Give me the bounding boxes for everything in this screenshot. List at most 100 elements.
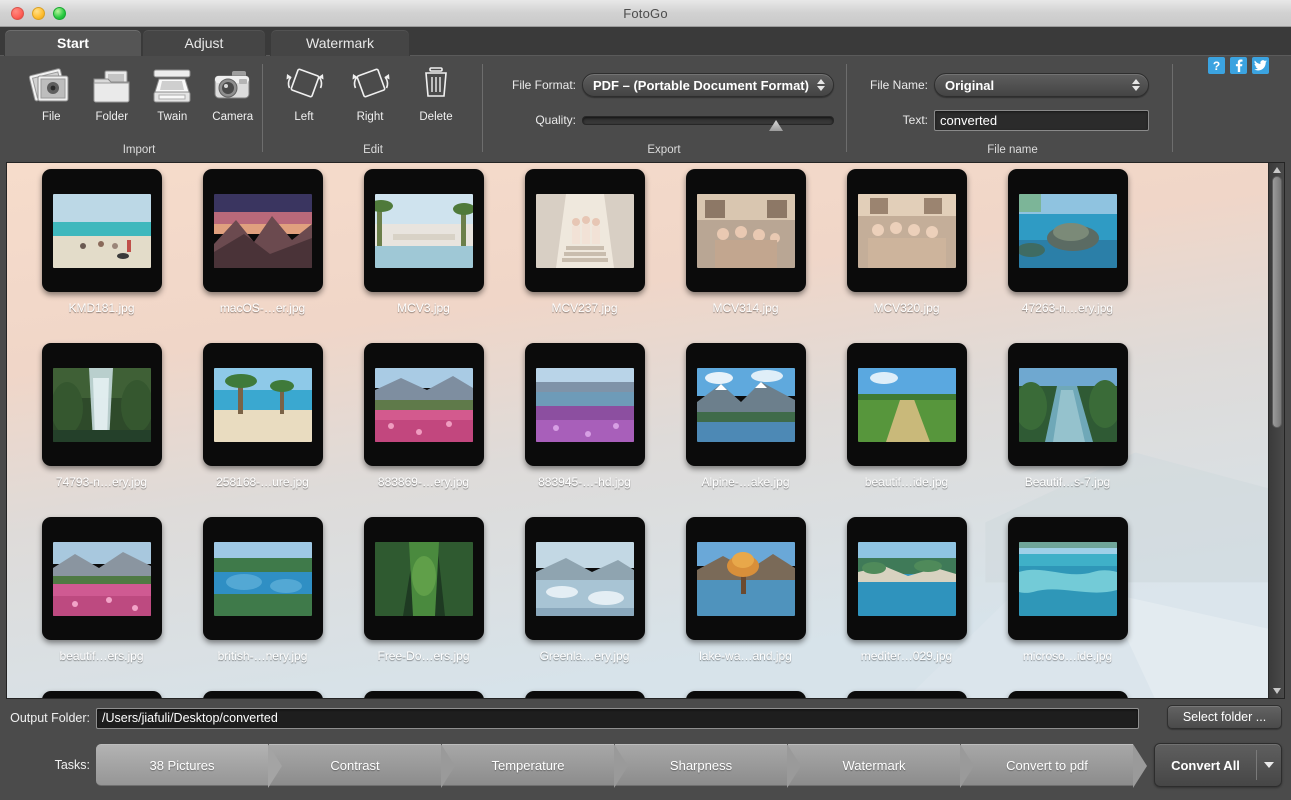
thumbnail-item[interactable]: 74793-n…ery.jpg: [21, 343, 182, 517]
output-folder-input[interactable]: /Users/jiafuli/Desktop/converted: [96, 707, 1139, 729]
tab-start[interactable]: Start: [4, 29, 142, 56]
file-format-select[interactable]: PDF – (Portable Document Format): [582, 73, 834, 97]
tab-watermark[interactable]: Watermark: [270, 29, 410, 56]
thumbnail-card[interactable]: [363, 517, 484, 640]
thumbnail-card[interactable]: [1007, 691, 1128, 698]
thumbnail-card[interactable]: [524, 691, 645, 698]
thumbnail-card[interactable]: [685, 517, 806, 640]
task-step[interactable]: Contrast: [269, 744, 455, 788]
thumbnail-card[interactable]: [1007, 517, 1128, 640]
thumbnail-item[interactable]: MCV3.jpg: [343, 169, 504, 343]
thumbnail-item[interactable]: [665, 691, 826, 698]
thumbnail-card[interactable]: [1007, 343, 1128, 466]
camera-icon: [210, 62, 256, 110]
thumbnail-card[interactable]: [524, 343, 645, 466]
task-step[interactable]: Convert to pdf: [961, 744, 1147, 788]
thumbnail-card[interactable]: [846, 343, 967, 466]
thumbnail-item[interactable]: [987, 691, 1148, 698]
thumbnail-item[interactable]: 883869-…ery.jpg: [343, 343, 504, 517]
thumbnail-item[interactable]: 258168-…ure.jpg: [182, 343, 343, 517]
thumbnail-item[interactable]: [343, 691, 504, 698]
minimize-window-button[interactable]: [32, 7, 45, 20]
thumbnail-item[interactable]: lake-wa…and.jpg: [665, 517, 826, 691]
thumbnail-item[interactable]: [826, 691, 987, 698]
thumbnail-item[interactable]: Alpine-…ake.jpg: [665, 343, 826, 517]
thumbnail-image: [696, 541, 795, 616]
thumbnail-item[interactable]: microso…ide.jpg: [987, 517, 1148, 691]
thumbnail-caption: MCV3.jpg: [397, 301, 450, 315]
thumbnail-image: [535, 193, 634, 268]
thumbnail-card[interactable]: [41, 517, 162, 640]
thumbnail-card[interactable]: [685, 691, 806, 698]
scroll-up-icon[interactable]: [1273, 167, 1281, 173]
thumbnail-card[interactable]: [685, 169, 806, 292]
thumbnail-item[interactable]: KMD181.jpg: [21, 169, 182, 343]
thumbnail-card[interactable]: [1007, 169, 1128, 292]
thumbnail-item[interactable]: beautif…ers.jpg: [21, 517, 182, 691]
thumbnail-card[interactable]: [202, 169, 323, 292]
thumbnail-item[interactable]: [182, 691, 343, 698]
tasks-breadcrumb: 38 Pictures Contrast Temperature Sharpness W…: [96, 744, 1147, 788]
text-input[interactable]: converted: [934, 109, 1149, 131]
thumbnail-card[interactable]: [846, 691, 967, 698]
thumbnail-card[interactable]: [363, 343, 484, 466]
thumbnail-item[interactable]: Beautif…s-7.jpg: [987, 343, 1148, 517]
task-step[interactable]: Temperature: [442, 744, 628, 788]
zoom-window-button[interactable]: [53, 7, 66, 20]
tab-adjust[interactable]: Adjust: [142, 29, 266, 56]
import-folder-button[interactable]: Folder: [89, 56, 136, 123]
rotate-right-button[interactable]: Right: [342, 56, 398, 123]
thumbnail-item[interactable]: macOS-…er.jpg: [182, 169, 343, 343]
thumbnail-item[interactable]: [21, 691, 182, 698]
delete-label: Delete: [419, 111, 453, 123]
thumbnail-item[interactable]: MCV237.jpg: [504, 169, 665, 343]
thumbnail-card[interactable]: [41, 691, 162, 698]
task-step[interactable]: 38 Pictures: [96, 744, 282, 788]
thumbnail-item[interactable]: mediter…029.jpg: [826, 517, 987, 691]
thumbnail-caption: MCV314.jpg: [712, 301, 779, 315]
thumbnail-card[interactable]: [524, 169, 645, 292]
thumbnail-card[interactable]: [846, 169, 967, 292]
thumbnail-card[interactable]: [202, 691, 323, 698]
thumbnail-item[interactable]: beautif…ide.jpg: [826, 343, 987, 517]
thumbnail-card[interactable]: [41, 343, 162, 466]
close-window-button[interactable]: [11, 7, 24, 20]
task-step[interactable]: Sharpness: [615, 744, 801, 788]
file-name-select[interactable]: Original: [934, 73, 1149, 97]
thumbnail-item[interactable]: Greenla…ery.jpg: [504, 517, 665, 691]
thumbnail-caption: 883945-…-hd.jpg: [538, 475, 631, 489]
thumbnail-card[interactable]: [685, 343, 806, 466]
file-format-value: PDF – (Portable Document Format): [593, 77, 809, 93]
thumbnail-caption: macOS-…er.jpg: [219, 301, 306, 315]
thumbnail-item[interactable]: 47263-n…ery.jpg: [987, 169, 1148, 343]
thumbnail-card[interactable]: [524, 517, 645, 640]
thumbnail-item[interactable]: MCV314.jpg: [665, 169, 826, 343]
quality-slider[interactable]: [582, 111, 834, 131]
thumbnail-item[interactable]: MCV320.jpg: [826, 169, 987, 343]
thumbnail-item[interactable]: 883945-…-hd.jpg: [504, 343, 665, 517]
thumbnail-card[interactable]: [202, 343, 323, 466]
ribbon-divider-4: [1172, 64, 1173, 152]
scrollbar-thumb[interactable]: [1272, 176, 1282, 428]
thumbnail-image: [52, 367, 151, 442]
convert-all-button[interactable]: Convert All: [1154, 743, 1282, 787]
delete-button[interactable]: Delete: [408, 56, 464, 123]
select-folder-button[interactable]: Select folder ...: [1167, 705, 1282, 729]
thumbnail-card[interactable]: [363, 169, 484, 292]
thumbnail-card[interactable]: [363, 691, 484, 698]
thumbnail-item[interactable]: british-…nery.jpg: [182, 517, 343, 691]
import-file-button[interactable]: File: [28, 56, 75, 123]
group-label-file-name: File name: [987, 144, 1038, 156]
thumbnail-card[interactable]: [202, 517, 323, 640]
thumbnail-item[interactable]: Free-Do…ers.jpg: [343, 517, 504, 691]
gallery-scrollbar[interactable]: [1268, 163, 1284, 698]
scroll-down-icon[interactable]: [1273, 688, 1281, 694]
convert-all-dropdown[interactable]: [1257, 762, 1281, 768]
task-step[interactable]: Watermark: [788, 744, 974, 788]
thumbnail-card[interactable]: [41, 169, 162, 292]
import-twain-button[interactable]: Twain: [149, 56, 196, 123]
thumbnail-item[interactable]: [504, 691, 665, 698]
thumbnail-card[interactable]: [846, 517, 967, 640]
import-camera-button[interactable]: Camera: [210, 56, 257, 123]
rotate-left-button[interactable]: Left: [276, 56, 332, 123]
